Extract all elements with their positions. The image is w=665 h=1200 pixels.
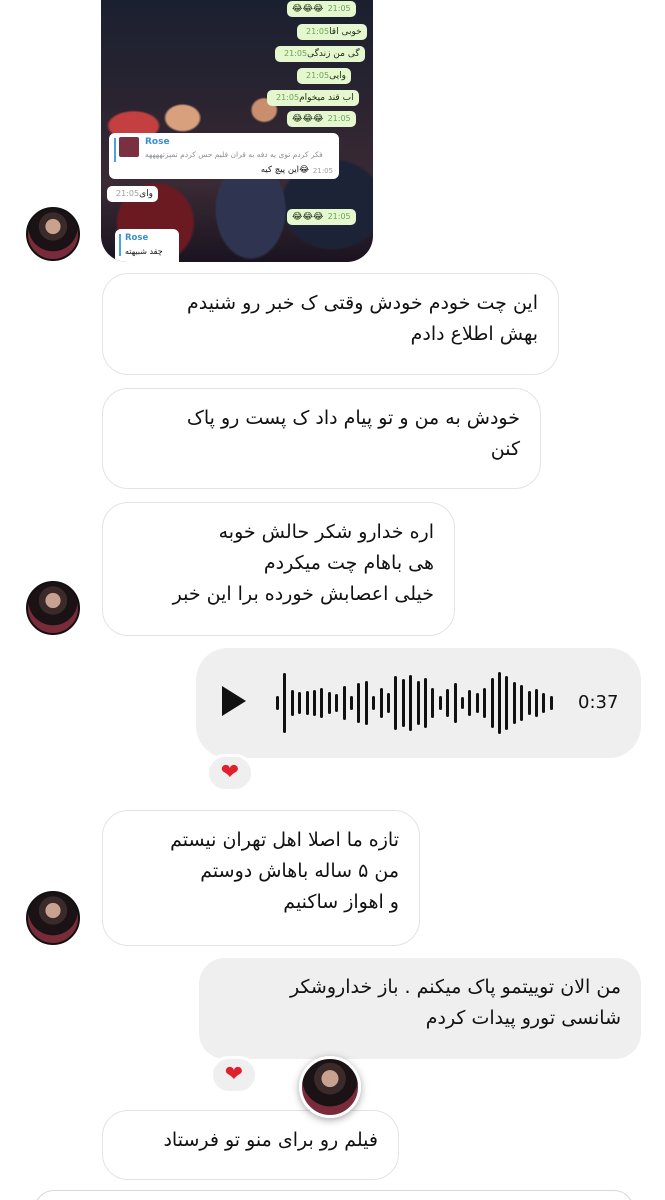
waveform-bar	[431, 688, 435, 718]
waveform-bar	[416, 681, 420, 725]
mini-message: 😂😂😂 21:05	[287, 1, 356, 17]
mini-message: اب قند میخوام21:05	[267, 90, 359, 106]
mini-message: 😂😂😂 21:05	[287, 111, 356, 127]
quote-bar	[119, 234, 121, 256]
heart-reaction-icon[interactable]: ❤	[210, 1056, 258, 1094]
message-line: اره خدارو شکر حالش خوبه	[218, 521, 434, 543]
waveform-bar	[446, 689, 450, 717]
contact-avatar[interactable]	[26, 581, 80, 635]
waveform-bar	[535, 689, 538, 717]
message-line: هی باهام چت میکردم	[263, 552, 434, 574]
waveform-bar	[424, 678, 427, 728]
play-icon[interactable]	[222, 686, 246, 716]
message-line: خودش به من و تو پیام داد ک پست رو پاک	[186, 407, 520, 429]
mini-message-incoming: وای21:05	[107, 186, 158, 202]
waveform-bar	[483, 688, 487, 718]
reply-time: 21:05	[312, 167, 333, 175]
incoming-message-bubble: تازه ما اصلا اهل تهران نیستم من ۵ ساله ب…	[102, 810, 420, 946]
waveform-bar	[512, 682, 516, 724]
quote-thumbnail	[119, 137, 139, 157]
voice-message-bubble[interactable]: 0:37	[196, 648, 641, 758]
waveform-bar	[305, 691, 309, 715]
mini-message: گی من زندگی21:05	[275, 46, 365, 62]
mini-message: خوبی اقا21:05	[297, 24, 367, 40]
message-line: این چت خودم خودش وقتی ک خبر رو شنیدم	[186, 292, 538, 314]
outgoing-message-bubble: من الان توییتمو پاک میکنم . باز خداروشکر…	[199, 958, 641, 1059]
incoming-message-bubble: اره خدارو شکر حالش خوبه هی باهام چت میکر…	[102, 502, 455, 636]
waveform-bar	[453, 683, 457, 723]
quote-author: Rose	[125, 233, 149, 243]
waveform-bar	[401, 679, 405, 727]
waveform-bar	[461, 697, 464, 709]
heart-reaction-icon[interactable]: ❤	[206, 754, 254, 792]
waveform-bar	[335, 694, 339, 712]
shared-screenshot-image[interactable]: 😂😂😂 21:05 خوبی اقا21:05 گی من زندگی21:05 …	[101, 0, 373, 262]
message-line: من ۵ ساله باهاش دوستم	[200, 860, 399, 882]
reply-text: این پیچ کیه😂	[260, 165, 309, 175]
waveform-bar	[372, 696, 376, 710]
waveform-bar	[490, 678, 494, 728]
mini-message: 😂😂😂 21:05	[287, 209, 356, 225]
incoming-message-bubble: خودش به من و تو پیام داد ک پست رو پاک کن…	[102, 388, 541, 489]
waveform-bar	[387, 693, 390, 713]
waveform-bar	[276, 696, 279, 710]
waveform-bar	[342, 686, 346, 720]
contact-avatar[interactable]	[26, 207, 80, 261]
message-line: شانسی تورو پیدات کردم	[425, 1007, 621, 1029]
quote-bar	[114, 138, 116, 162]
message-line: من الان توییتمو پاک میکنم . باز خداروشکر	[289, 976, 621, 998]
contact-avatar[interactable]	[26, 891, 80, 945]
waveform-bar	[327, 692, 331, 714]
waveform-bar	[468, 690, 472, 716]
audio-waveform[interactable]	[276, 668, 561, 738]
waveform-bar	[409, 675, 413, 731]
message-line: بهش اطلاع دادم	[410, 323, 538, 345]
waveform-bar	[527, 691, 531, 715]
quote-author: Rose	[145, 137, 170, 147]
waveform-bar	[320, 688, 324, 718]
waveform-bar	[520, 685, 524, 721]
waveform-bar	[475, 693, 479, 713]
quote-text: فکر کردم توی یه دفه به قران فلیم حس کردم…	[145, 150, 323, 159]
waveform-bar	[394, 676, 398, 730]
waveform-bar	[313, 690, 316, 716]
mini-message: وایی21:05	[297, 68, 351, 84]
waveform-bar	[298, 692, 302, 714]
voice-duration: 0:37	[578, 692, 619, 713]
waveform-bar	[350, 696, 353, 710]
waveform-bar	[549, 696, 553, 710]
waveform-bar	[498, 672, 501, 734]
waveform-bar	[364, 681, 368, 725]
waveform-bar	[283, 673, 287, 733]
waveform-bar	[542, 693, 546, 713]
waveform-bar	[357, 683, 361, 723]
message-line: و اهواز ساکنیم	[283, 891, 399, 913]
bottom-quoted-message: Rose چقد شبیهته	[115, 229, 179, 262]
message-composer[interactable]	[34, 1190, 634, 1200]
message-line: تازه ما اصلا اهل تهران نیستم	[170, 829, 399, 851]
quote-text: چقد شبیهته	[125, 247, 163, 256]
quoted-reply: Rose فکر کردم توی یه دفه به قران فلیم حس…	[109, 133, 339, 179]
message-line: کنن	[490, 438, 520, 460]
waveform-bar	[438, 696, 442, 710]
waveform-bar	[290, 690, 294, 716]
incoming-message-bubble: فیلم رو برای منو تو فرستاد	[102, 1110, 399, 1180]
waveform-bar	[379, 688, 383, 718]
message-line: فیلم رو برای منو تو فرستاد	[163, 1129, 378, 1151]
seen-by-avatar[interactable]	[299, 1056, 361, 1118]
message-line: خیلی اعصابش خورده برا این خبر	[172, 583, 434, 605]
waveform-bar	[505, 676, 509, 730]
incoming-message-bubble: این چت خودم خودش وقتی ک خبر رو شنیدم بهش…	[102, 273, 559, 375]
